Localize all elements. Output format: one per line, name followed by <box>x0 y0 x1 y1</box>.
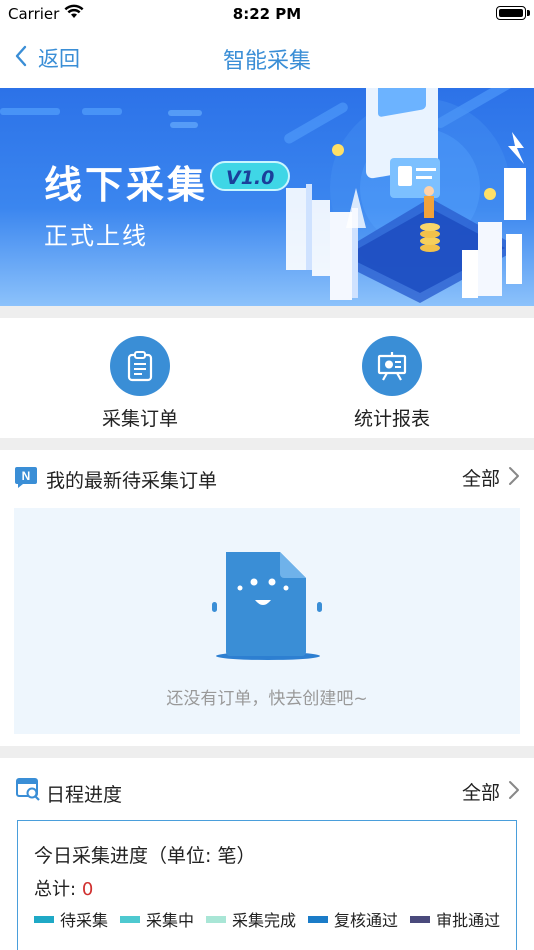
legend-item: 采集完成 <box>206 907 296 931</box>
page-title: 智能采集 <box>222 49 311 74</box>
new-badge-icon: N <box>14 465 38 493</box>
legend-item: 审批通过 <box>410 907 500 931</box>
clipboard-icon <box>110 336 170 396</box>
presentation-chart-icon <box>362 336 422 396</box>
view-all-label: 全部 <box>461 468 500 490</box>
orders-section-header: N 我的最新待采集订单 全部 <box>0 450 534 506</box>
empty-state-text: 还没有订单，快去创建吧~ <box>166 689 368 709</box>
status-bar: Carrier 8:22 PM <box>0 0 534 28</box>
legend-item: 待采集 <box>34 907 108 931</box>
legend-swatch <box>120 915 141 923</box>
schedule-view-all-button[interactable]: 全部 <box>462 778 520 805</box>
banner-title: 线下采集 <box>44 163 209 207</box>
chevron-right-icon <box>508 780 520 804</box>
view-all-label: 全部 <box>461 782 500 804</box>
orders-empty-state: 还没有订单，快去创建吧~ <box>14 508 520 734</box>
battery-icon <box>496 6 530 20</box>
schedule-section-title: 日程进度 <box>46 784 123 806</box>
nav-bar: 返回 智能采集 <box>0 28 534 88</box>
promo-banner[interactable]: 线下采集 V1.0 正式上线 <box>0 88 534 306</box>
collect-orders-button[interactable]: 采集订单 <box>70 336 210 431</box>
legend-label: 采集中 <box>146 911 195 930</box>
progress-total: 总计: 0 <box>34 875 93 901</box>
empty-document-icon <box>210 548 326 668</box>
clock: 8:22 PM <box>232 5 302 23</box>
orders-view-all-button[interactable]: 全部 <box>462 464 520 491</box>
legend-item: 复核通过 <box>308 907 398 931</box>
legend-label: 复核通过 <box>334 911 399 930</box>
banner-subtitle: 正式上线 <box>44 222 148 250</box>
legend-label: 采集完成 <box>232 911 297 930</box>
svg-text:N: N <box>22 469 31 483</box>
legend-label: 审批通过 <box>436 911 501 930</box>
schedule-search-icon <box>16 777 40 805</box>
legend-label: 待采集 <box>60 911 109 930</box>
total-label: 总计: <box>34 879 77 900</box>
legend-swatch <box>308 915 329 923</box>
quick-actions: 采集订单 统计报表 <box>0 318 534 438</box>
progress-card-title: 今日采集进度（单位: 笔） <box>34 845 256 867</box>
orders-section-title: 我的最新待采集订单 <box>46 470 218 492</box>
statistics-report-button[interactable]: 统计报表 <box>322 336 462 431</box>
statistics-report-label: 统计报表 <box>353 408 430 430</box>
progress-legend: 待采集 采集中 采集完成 复核通过 审批通过 <box>34 907 500 931</box>
legend-swatch <box>206 915 227 923</box>
daily-progress-card: 今日采集进度（单位: 笔） 总计: 0 待采集 采集中 采集完成 复核通过 审批… <box>17 820 517 950</box>
chevron-right-icon <box>508 466 520 490</box>
legend-item: 采集中 <box>120 907 194 931</box>
divider <box>0 306 534 318</box>
legend-swatch <box>410 915 431 923</box>
legend-swatch <box>34 915 54 923</box>
version-badge: V1.0 <box>210 161 291 191</box>
collect-orders-label: 采集订单 <box>101 408 178 430</box>
total-value: 0 <box>81 879 94 900</box>
divider <box>0 746 534 758</box>
schedule-section-header: 日程进度 全部 <box>0 762 534 818</box>
divider <box>0 438 534 450</box>
